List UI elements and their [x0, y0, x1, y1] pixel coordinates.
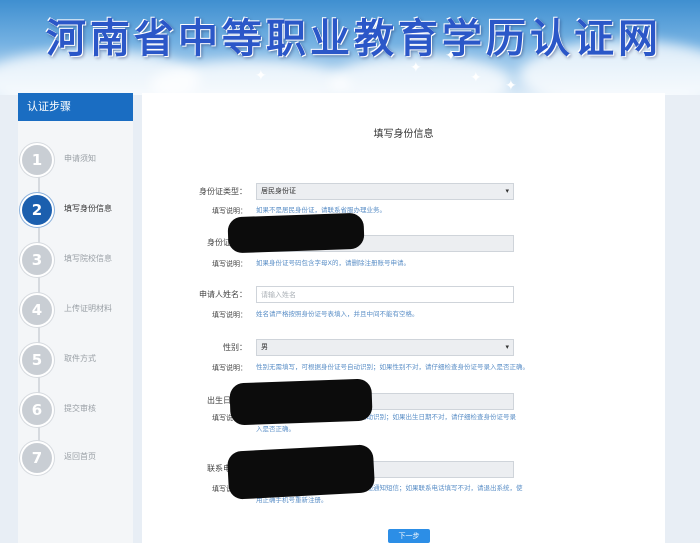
- id-type-value: 居民身份证: [261, 187, 296, 195]
- step-2[interactable]: 2 填写身份信息: [18, 191, 133, 231]
- step-number: 7: [22, 443, 52, 473]
- name-input[interactable]: [261, 287, 513, 302]
- step-label: 上传证明材料: [64, 304, 112, 313]
- step-label: 申请须知: [64, 154, 96, 163]
- hint-label: 填写说明：: [212, 207, 247, 215]
- identity-form-panel: 填写身份信息 身份证类型： 居民身份证 填写说明： 如果不是居民身份证，请联系省…: [142, 93, 665, 543]
- dove-icon: ✦: [505, 78, 517, 94]
- steps-sidebar: 认证步骤 1 申请须知 2 填写身份信息 3 填写院校信息 4 上传证明材料 5…: [18, 93, 133, 543]
- site-title: 河南省中等职业教育学历认证网: [46, 15, 662, 62]
- id-number-hint: 如果身份证号码包含字母X的，请删除注册账号申请。: [256, 259, 410, 267]
- step-6[interactable]: 6 提交审核: [18, 391, 133, 431]
- step-7[interactable]: 7 返回首页: [18, 439, 133, 479]
- redaction-mark: [227, 212, 365, 254]
- step-label: 提交审核: [64, 404, 96, 413]
- redaction-mark: [229, 378, 373, 426]
- hint-label: 填写说明：: [212, 260, 247, 268]
- step-number: 4: [22, 295, 52, 325]
- site-banner: ✦ ✦ ✦ ✦ ✦ 河南省中等职业教育学历认证网: [0, 0, 700, 95]
- gender-hint: 性别无需填写，可根据身份证号自动识别；如果性别不对，请仔细检查身份证号录入是否正…: [256, 363, 529, 371]
- hint-label: 填写说明：: [212, 364, 247, 372]
- dove-icon: ✦: [255, 68, 267, 84]
- step-label: 填写身份信息: [64, 204, 112, 213]
- sidebar-header: 认证步骤: [18, 93, 133, 121]
- step-number: 3: [22, 245, 52, 275]
- name-field[interactable]: [256, 286, 514, 303]
- page-title: 填写身份信息: [373, 129, 434, 140]
- step-number: 5: [22, 345, 52, 375]
- gender-select[interactable]: 男: [256, 339, 514, 356]
- step-5[interactable]: 5 取件方式: [18, 341, 133, 381]
- id-type-select[interactable]: 居民身份证: [256, 183, 514, 200]
- step-label: 填写院校信息: [64, 254, 112, 263]
- next-button[interactable]: 下一步: [388, 529, 430, 543]
- step-1[interactable]: 1 申请须知: [18, 141, 133, 181]
- name-label: 申请人姓名：: [199, 290, 247, 299]
- dove-icon: ✦: [470, 70, 482, 86]
- redaction-mark: [226, 444, 376, 500]
- step-label: 取件方式: [64, 354, 96, 363]
- step-number: 6: [22, 395, 52, 425]
- step-number: 2: [22, 195, 52, 225]
- id-type-label: 身份证类型：: [199, 187, 247, 196]
- gender-label: 性别：: [223, 343, 247, 352]
- step-3[interactable]: 3 填写院校信息: [18, 241, 133, 281]
- step-4[interactable]: 4 上传证明材料: [18, 291, 133, 331]
- hint-label: 填写说明：: [212, 311, 247, 319]
- name-hint: 姓名请严格按照身份证号表填入，并且中间不能有空格。: [256, 310, 419, 318]
- gender-value: 男: [261, 343, 268, 351]
- step-number: 1: [22, 145, 52, 175]
- step-label: 返回首页: [64, 452, 96, 461]
